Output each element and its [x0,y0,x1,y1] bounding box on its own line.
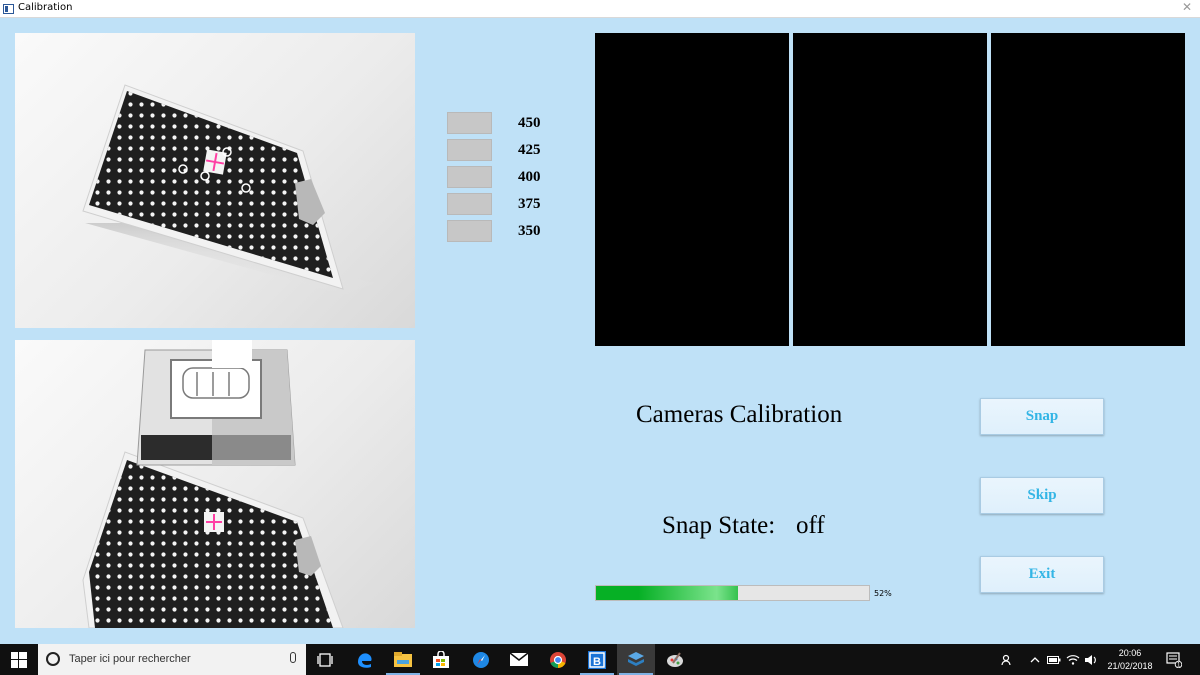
volume-icon[interactable] [1083,644,1099,675]
distance-label: 375 [518,196,541,212]
progress-fill [596,586,738,600]
close-icon[interactable]: ✕ [1182,0,1192,14]
distance-label: 425 [518,142,541,158]
task-view-icon[interactable] [306,644,344,675]
calibration-board-illustration [82,84,375,295]
camera-view-2 [793,33,987,346]
title-bar: Calibration ✕ [0,0,1200,18]
distance-item[interactable]: 400 [447,166,547,188]
snap-state-value: off [796,512,825,539]
snap-button[interactable]: Snap [980,398,1104,435]
distance-indicator [447,193,492,215]
app-icon [3,4,14,14]
search-placeholder: Taper ici pour rechercher [69,653,191,665]
svg-text:B: B [593,656,601,668]
chrome-icon[interactable] [539,644,577,675]
file-explorer-icon[interactable] [384,644,422,675]
chevron-up-icon[interactable] [1028,644,1042,675]
visual-studio-blend-icon[interactable]: B [578,644,616,675]
start-button[interactable] [0,644,38,675]
distance-item[interactable]: 450 [447,112,547,134]
snap-state-label: Snap State: [662,512,776,539]
window-title: Calibration [18,2,73,13]
clock-date: 21/02/2018 [1107,661,1153,671]
distance-item[interactable]: 350 [447,220,547,242]
calibration-board-image-top [15,33,415,328]
distance-item[interactable]: 375 [447,193,547,215]
distance-label: 350 [518,223,541,239]
distance-label: 450 [518,115,541,131]
calibration-title: Cameras Calibration [636,401,843,428]
taskbar: Taper ici pour rechercher B 20:06 21/02/… [0,644,1200,675]
edge-browser-icon[interactable] [346,644,384,675]
wifi-icon[interactable] [1065,644,1081,675]
clock-time: 20:06 [1118,648,1142,658]
taskbar-search[interactable]: Taper ici pour rechercher [38,644,306,675]
cortana-icon [46,652,60,666]
progress-bar [595,585,870,601]
distance-indicator [447,220,492,242]
safari-icon[interactable] [462,644,500,675]
distance-label: 400 [518,169,541,185]
camera-view-1 [595,33,789,346]
distance-indicator [447,139,492,161]
system-clock[interactable]: 20:06 21/02/2018 [1100,647,1160,673]
mail-icon[interactable] [500,644,538,675]
progress-percent: 52% [874,589,892,598]
distance-indicator [447,112,492,134]
people-icon[interactable] [998,644,1016,675]
battery-icon[interactable] [1046,644,1062,675]
skip-button[interactable]: Skip [980,477,1104,514]
windows-logo-icon [11,651,27,668]
camera-view-3 [991,33,1185,346]
calibration-board-image-bottom [15,340,415,628]
calibration-app-icon[interactable] [617,644,655,675]
store-icon[interactable] [422,644,460,675]
action-center-icon[interactable]: 1 [1162,644,1186,675]
main-window: 450 425 400 375 350 Cameras Calibration … [0,18,1200,644]
board-handling-illustration [82,340,344,628]
distance-indicator [447,166,492,188]
paint-icon[interactable] [656,644,694,675]
exit-button[interactable]: Exit [980,556,1104,593]
microphone-icon[interactable] [290,652,296,663]
distance-item[interactable]: 425 [447,139,547,161]
